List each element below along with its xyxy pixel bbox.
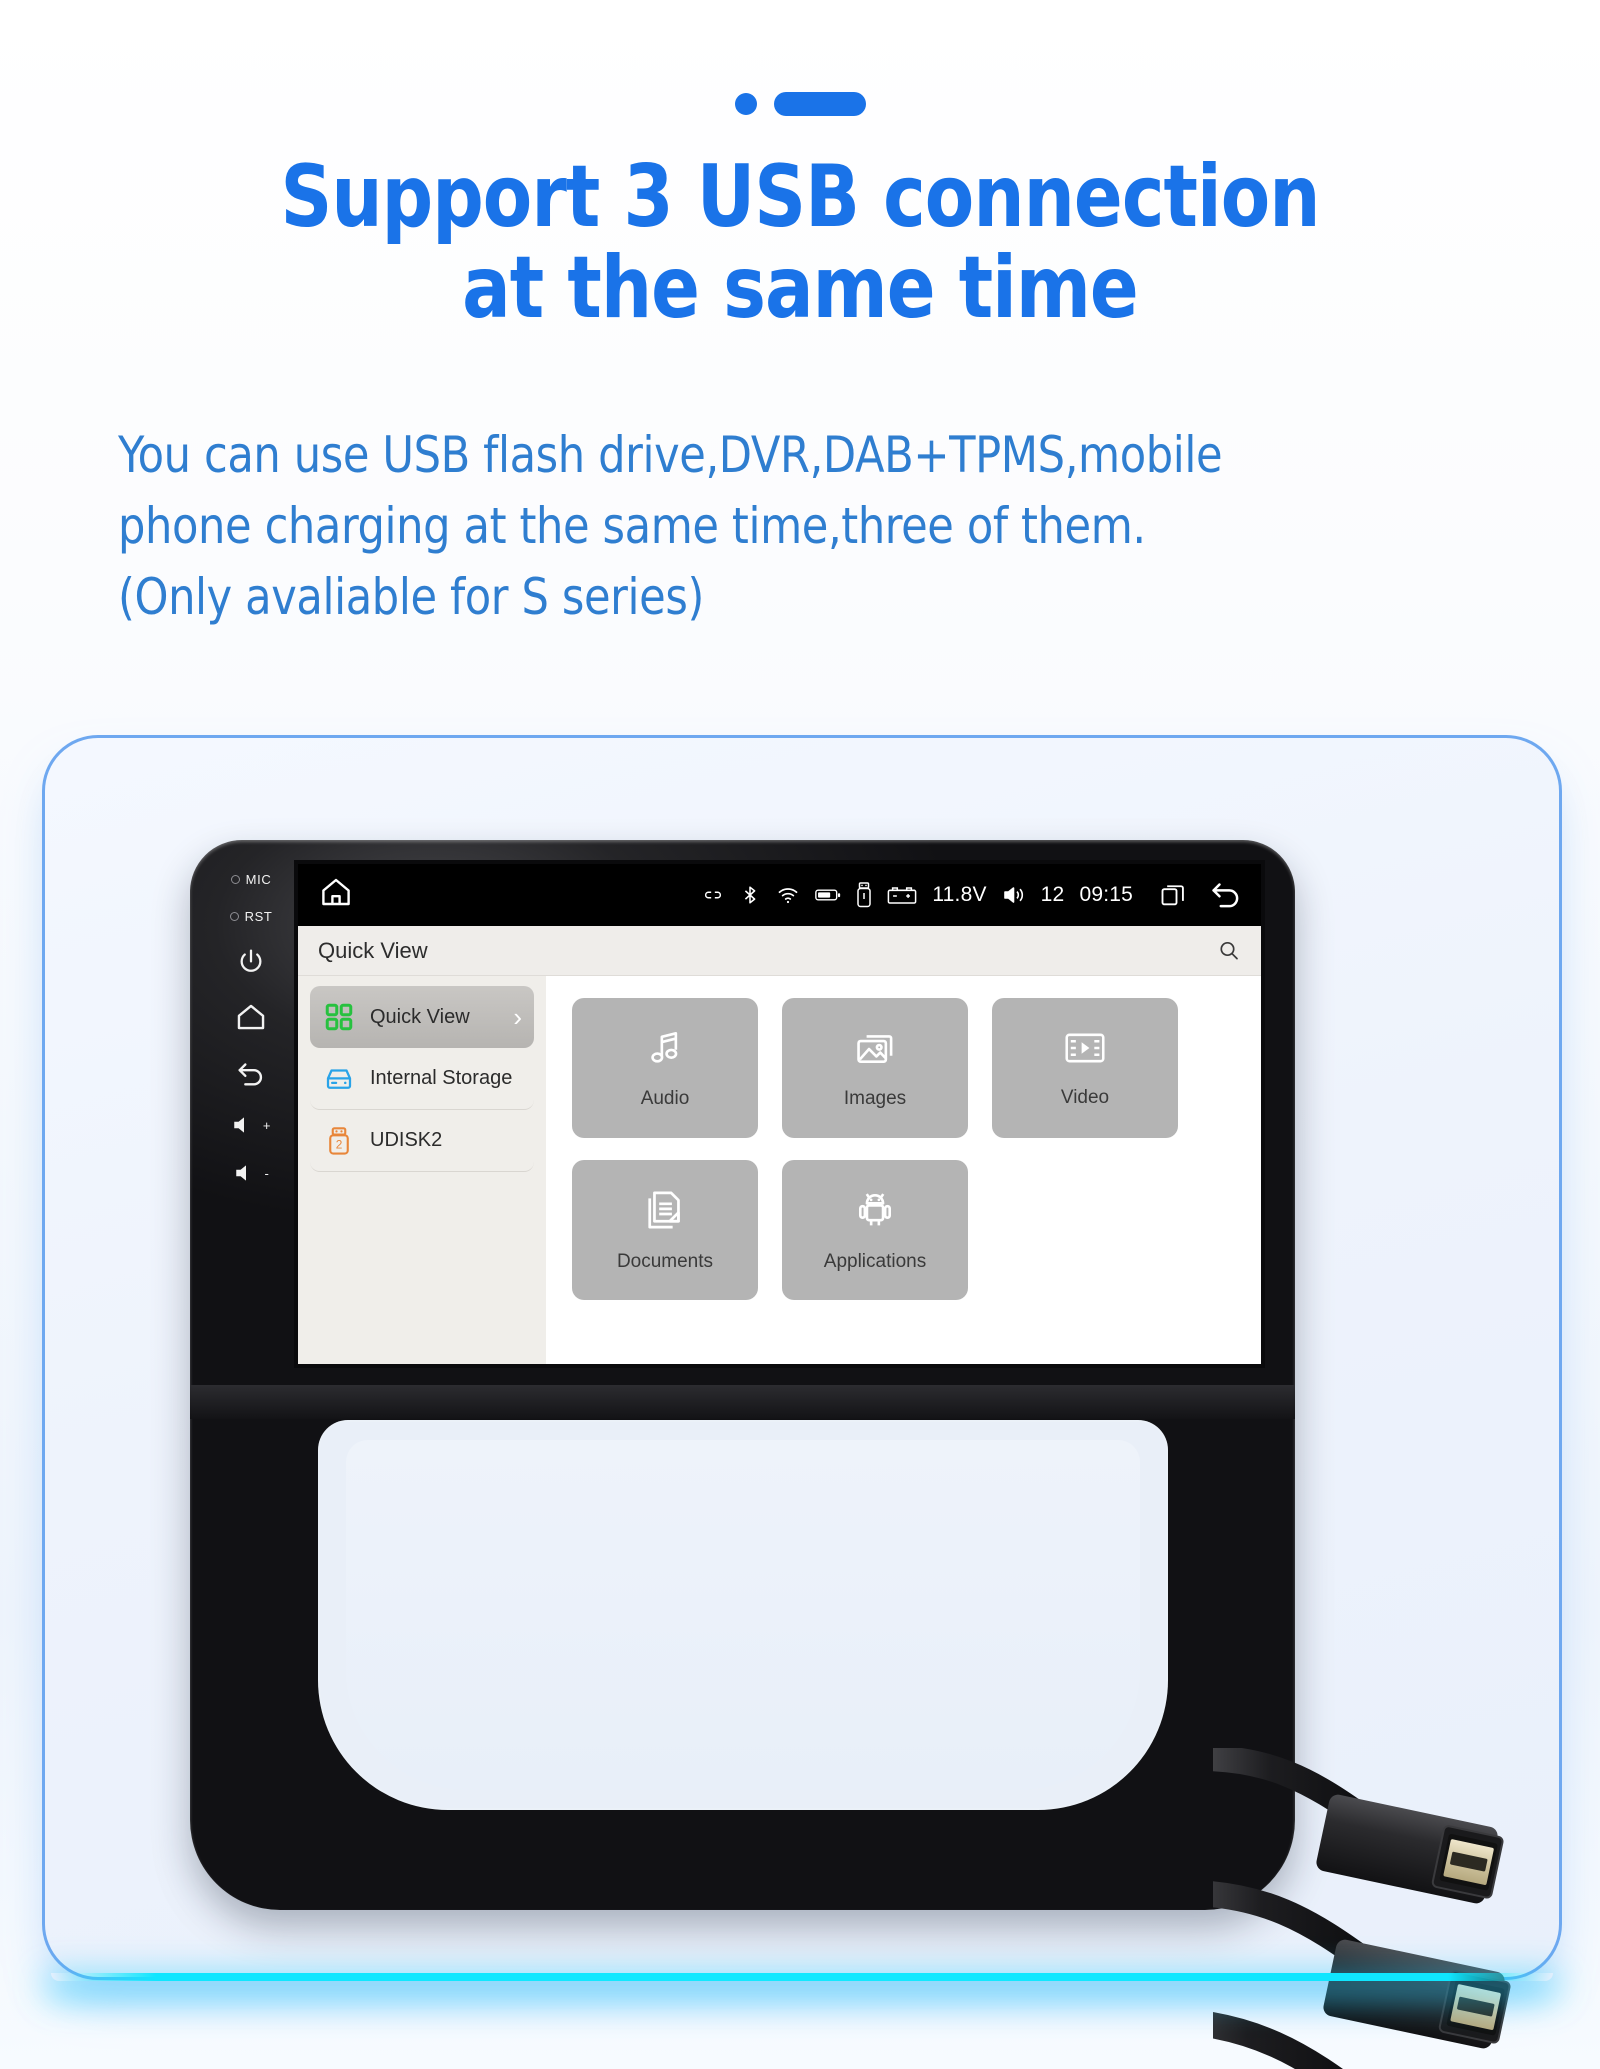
usb-cable (1140, 2007, 1343, 2069)
home-icon (322, 878, 350, 906)
mic-button[interactable]: MIC (230, 872, 272, 887)
decoration-dot-icon (734, 93, 757, 115)
documents-icon (645, 1188, 685, 1237)
grid-quickview-icon (322, 1000, 356, 1034)
hard-drive-icon (322, 1062, 356, 1096)
file-manager-body: Quick View › Internal Storage 2 UDISK2 A… (298, 976, 1261, 1364)
usb-drive-icon (857, 882, 872, 908)
tile-documents[interactable]: Documents (572, 1160, 758, 1300)
link-icon (705, 891, 722, 899)
app-bar-title: Quick View (318, 937, 428, 963)
tile-label: Audio (640, 1087, 690, 1109)
header-decoration (0, 92, 1600, 116)
svg-text:2: 2 (336, 1137, 343, 1151)
volume-value: 12 (1040, 883, 1065, 906)
tile-label: Documents (616, 1250, 714, 1272)
tile-applications[interactable]: Applications (782, 1160, 968, 1300)
status-home-button[interactable] (318, 874, 354, 916)
tile-label: Applications (823, 1250, 927, 1272)
pinhole-icon (229, 912, 239, 921)
chevron-right-icon: › (513, 1002, 522, 1032)
sidebar-item-label: Internal Storage (370, 1067, 513, 1089)
tile-video[interactable]: Video (992, 998, 1178, 1138)
voltage-value: 11.8V (932, 883, 987, 906)
android-robot-icon (854, 1188, 896, 1237)
app-bar: Quick View (298, 926, 1261, 976)
head-unit-shoulder (190, 1385, 1295, 1419)
search-icon[interactable] (1217, 939, 1241, 963)
battery-icon (815, 889, 841, 901)
usb-a-female-connector (1316, 1794, 1504, 1904)
tile-label: Video (1060, 1086, 1110, 1108)
bluetooth-icon (745, 886, 756, 904)
category-tile-grid: Audio Images Video Documents Application… (572, 998, 1235, 1300)
status-clock: 09:15 (1079, 883, 1133, 906)
recent-apps-icon[interactable] (1159, 881, 1187, 909)
power-icon (240, 949, 262, 972)
video-film-icon (1063, 1028, 1107, 1073)
headline-line-2: at the same time (462, 238, 1139, 339)
sidebar-item-label: UDISK2 (370, 1129, 443, 1151)
description-line-3: (Only avaliable for S series) (118, 568, 704, 626)
volume-down-icon (235, 1165, 246, 1181)
description-line-1: You can use USB flash drive,DVR,DAB+TPMS… (118, 426, 1223, 484)
usb-cables-illustration (1140, 1744, 1511, 2069)
power-button[interactable] (235, 946, 267, 978)
usb-connectors-group (1140, 1744, 1600, 2069)
product-showcase-card: MIC RST + - 11.8V 12 09:15 Quick View Qu… (42, 735, 1562, 2069)
usb-drive-2-icon: 2 (322, 1124, 356, 1158)
home-hw-button[interactable] (234, 1000, 268, 1034)
hardware-button-column: MIC RST + - (208, 858, 294, 1378)
home-icon (237, 1004, 265, 1030)
wifi-icon (778, 888, 798, 904)
back-hw-button[interactable] (234, 1056, 268, 1090)
music-note-icon (644, 1027, 686, 1074)
sidebar-item-label: Quick View (370, 1005, 470, 1028)
mic-label: MIC (245, 872, 272, 887)
dash-opening-inner (346, 1440, 1140, 1790)
sidebar-item-quick-view[interactable]: Quick View › (310, 986, 534, 1048)
file-manager-sidebar: Quick View › Internal Storage 2 UDISK2 (298, 976, 546, 1364)
status-bar: 11.8V 12 09:15 (298, 864, 1261, 926)
volume-up-icon (234, 1117, 244, 1133)
volume-down-label: - (264, 1165, 270, 1181)
photo-icon (853, 1027, 897, 1074)
volume-up-label: + (262, 1117, 272, 1133)
car-battery-icon (888, 887, 917, 904)
usb-a-female-connector (1323, 1939, 1511, 2049)
back-arrow-icon[interactable] (1209, 880, 1243, 910)
tile-images[interactable]: Images (782, 998, 968, 1138)
speaker-icon (1003, 887, 1023, 903)
head-unit-screen: 11.8V 12 09:15 Quick View Quick View › I… (298, 864, 1261, 1364)
back-arrow-icon (238, 1063, 263, 1086)
car-head-unit: MIC RST + - 11.8V 12 09:15 Quick View Qu… (190, 840, 1295, 1910)
page-title: Support 3 USB connection at the same tim… (56, 151, 1544, 339)
file-manager-content: Audio Images Video Documents Application… (546, 976, 1261, 1364)
headline-line-1: Support 3 USB connection (280, 147, 1320, 247)
sidebar-item-internal-storage[interactable]: Internal Storage (310, 1048, 534, 1110)
decoration-dash-icon (773, 92, 866, 116)
tile-audio[interactable]: Audio (572, 998, 758, 1138)
volume-up-button[interactable]: + (231, 1112, 271, 1138)
volume-down-button[interactable]: - (233, 1160, 270, 1186)
promo-page: Support 3 USB connection at the same tim… (0, 0, 1600, 2069)
page-description: You can use USB flash drive,DVR,DAB+TPMS… (118, 420, 1481, 633)
tile-label: Images (843, 1087, 907, 1109)
reset-button[interactable]: RST (229, 909, 273, 924)
reset-label: RST (244, 909, 273, 924)
pinhole-icon (230, 875, 240, 884)
description-line-2: phone charging at the same time,three of… (118, 497, 1146, 555)
sidebar-item-udisk2[interactable]: 2 UDISK2 (310, 1110, 534, 1172)
